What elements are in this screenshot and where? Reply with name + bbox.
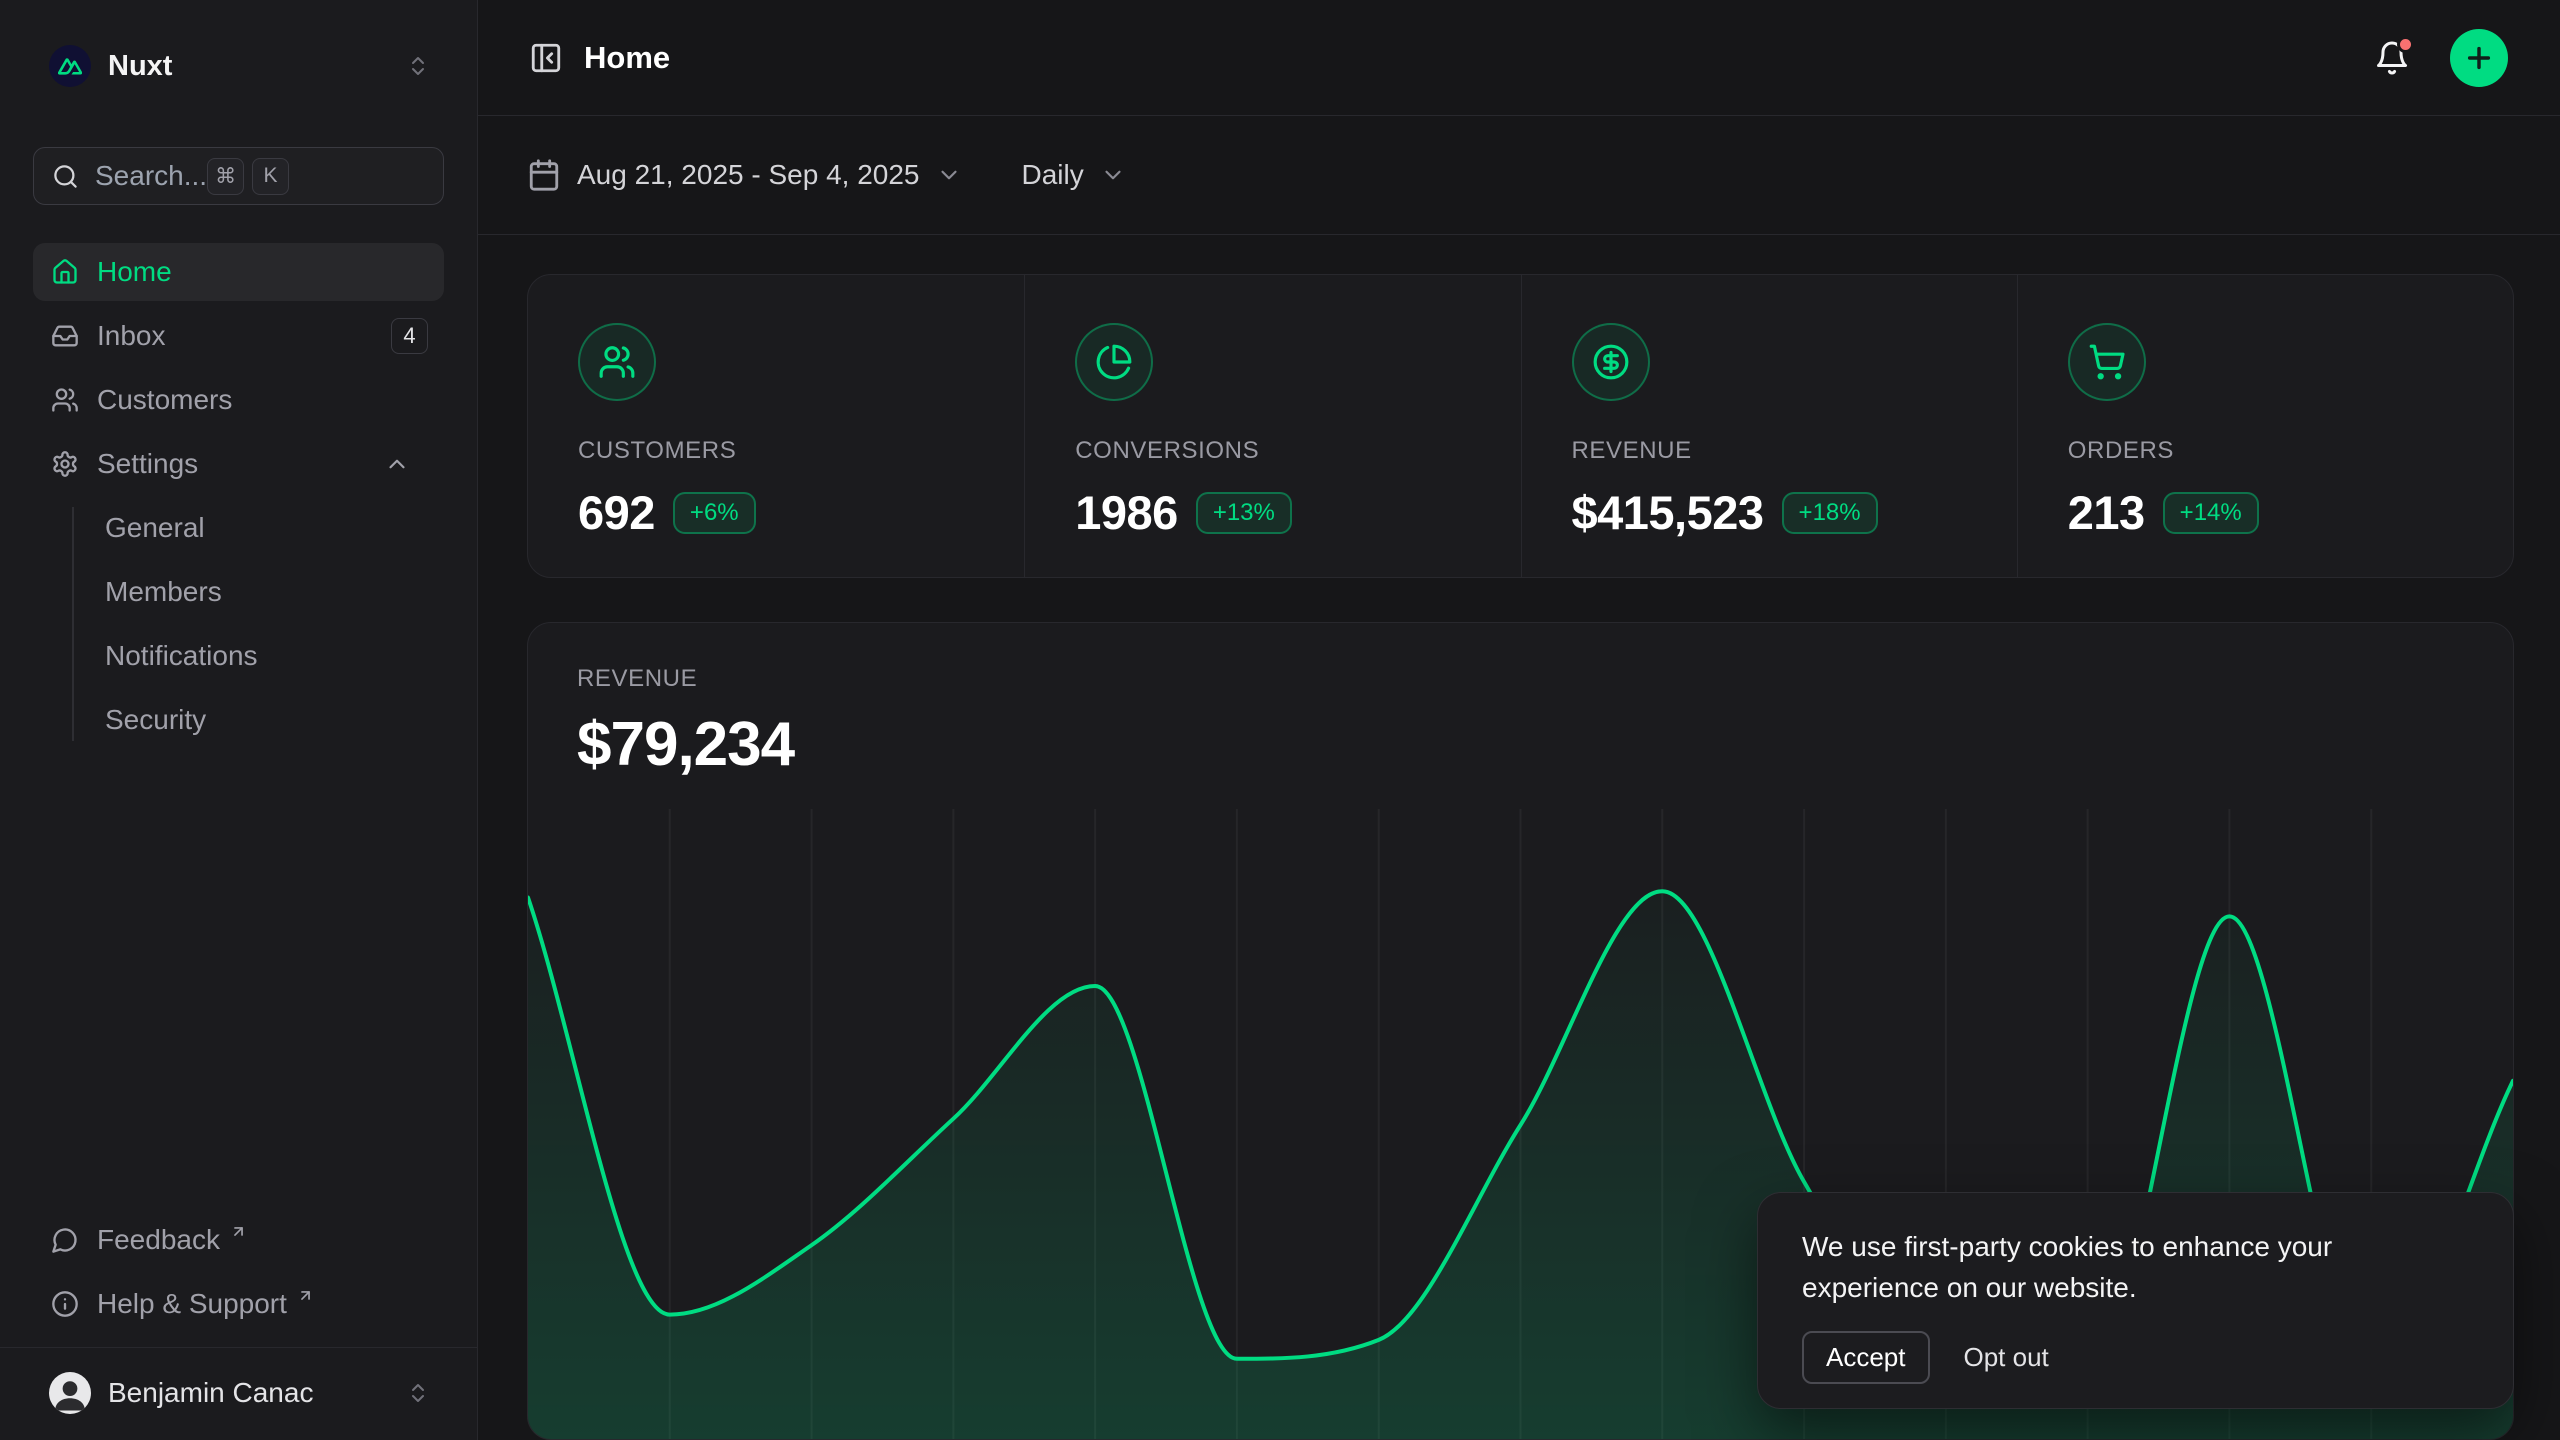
external-link-icon (297, 1287, 314, 1304)
stat-delta-badge: +6% (673, 492, 756, 534)
sidebar-item-inbox[interactable]: Inbox 4 (33, 307, 444, 365)
stat-delta-badge: +18% (1782, 492, 1878, 534)
granularity-select[interactable]: Daily (1022, 159, 1126, 191)
stat-conversions[interactable]: CONVERSIONS 1986 +13% (1024, 275, 1520, 578)
chevron-down-icon (1100, 162, 1126, 188)
stat-label: CUSTOMERS (578, 437, 974, 465)
users-icon (51, 386, 79, 414)
stat-label: ORDERS (2068, 437, 2463, 465)
help-support-link[interactable]: Help & Support (33, 1275, 444, 1333)
stats-card: CUSTOMERS 692 +6% CONVERSIONS 1986 +13% (527, 274, 2514, 578)
plus-icon (2463, 42, 2495, 74)
sub-item-label: Notifications (105, 640, 258, 672)
stat-value: $415,523 (1572, 485, 1764, 540)
gear-icon (51, 450, 79, 478)
revenue-value: $79,234 (577, 709, 2513, 780)
kbd-cmd: ⌘ (207, 158, 244, 195)
dollar-circle-icon (1592, 343, 1630, 381)
sidebar-item-general[interactable]: General (33, 499, 444, 557)
sidebar-item-customers[interactable]: Customers (33, 371, 444, 429)
toolbar: Aug 21, 2025 - Sep 4, 2025 Daily (478, 116, 2560, 235)
user-name: Benjamin Canac (108, 1377, 313, 1409)
sidebar-item-security[interactable]: Security (33, 691, 444, 749)
workspace-switcher-button[interactable]: Nuxt (33, 38, 444, 94)
inbox-count-badge: 4 (391, 318, 428, 354)
settings-submenu: General Members Notifications Security (33, 499, 444, 749)
chevrons-up-down-icon (406, 54, 430, 78)
revenue-chart-header: REVENUE $79,234 (528, 623, 2513, 809)
date-range-picker[interactable]: Aug 21, 2025 - Sep 4, 2025 (527, 158, 962, 192)
stat-value: 213 (2068, 485, 2145, 540)
search-icon (52, 163, 79, 190)
cookie-actions: Accept Opt out (1802, 1331, 2469, 1384)
sidebar-collapse-button[interactable] (522, 34, 570, 82)
feedback-link[interactable]: Feedback (33, 1211, 444, 1269)
chevron-up-icon (384, 451, 410, 477)
house-icon (51, 258, 79, 286)
page-title: Home (584, 40, 670, 76)
stat-revenue[interactable]: REVENUE $415,523 +18% (1521, 275, 2017, 578)
feedback-label: Feedback (97, 1224, 220, 1256)
divider (0, 1347, 477, 1348)
sub-item-label: Security (105, 704, 206, 736)
sub-item-label: General (105, 512, 205, 544)
stat-icon-circle (2068, 323, 2146, 401)
sidebar-item-label: Settings (97, 448, 198, 480)
search-input[interactable]: Search... ⌘ K (33, 147, 444, 205)
sidebar-item-home[interactable]: Home (33, 243, 444, 301)
header-actions (2368, 29, 2508, 87)
stat-customers[interactable]: CUSTOMERS 692 +6% (528, 275, 1024, 578)
accept-button[interactable]: Accept (1802, 1331, 1930, 1384)
cookie-banner: We use first-party cookies to enhance yo… (1757, 1192, 2514, 1409)
external-link-icon (230, 1223, 247, 1240)
opt-out-button[interactable]: Opt out (1964, 1342, 2049, 1373)
date-range-label: Aug 21, 2025 - Sep 4, 2025 (577, 159, 920, 191)
sidebar-item-settings[interactable]: Settings (33, 435, 444, 493)
pie-chart-icon (1095, 343, 1133, 381)
notifications-button[interactable] (2368, 34, 2416, 82)
stat-orders[interactable]: ORDERS 213 +14% (2017, 275, 2513, 578)
top-header: Home (478, 0, 2560, 116)
stat-icon-circle (1572, 323, 1650, 401)
sidebar-item-label: Inbox (97, 320, 166, 352)
stat-value: 1986 (1075, 485, 1178, 540)
avatar (49, 1372, 91, 1414)
help-support-label: Help & Support (97, 1288, 287, 1320)
sidebar-item-label: Home (97, 256, 172, 288)
sidebar-item-members[interactable]: Members (33, 563, 444, 621)
shopping-cart-icon (2088, 343, 2126, 381)
unread-notification-dot (2397, 36, 2414, 53)
sidebar: Nuxt Search... ⌘ K Home Inbox 4 Customer… (0, 0, 478, 1440)
new-item-button[interactable] (2450, 29, 2508, 87)
stat-icon-circle (1075, 323, 1153, 401)
stat-delta-badge: +14% (2163, 492, 2259, 534)
stat-value: 692 (578, 485, 655, 540)
users-icon (598, 343, 636, 381)
chat-bubble-icon (51, 1226, 79, 1254)
panel-left-close-icon (529, 41, 563, 75)
sub-item-label: Members (105, 576, 222, 608)
nuxt-logo-icon (49, 45, 91, 87)
sidebar-item-label: Customers (97, 384, 232, 416)
sidebar-item-notifications[interactable]: Notifications (33, 627, 444, 685)
stat-label: REVENUE (1572, 437, 1967, 465)
user-menu-button[interactable]: Benjamin Canac (33, 1356, 444, 1430)
stat-icon-circle (578, 323, 656, 401)
stat-delta-badge: +13% (1196, 492, 1292, 534)
sidebar-footer: Feedback Help & Support Benjamin Canac (0, 1211, 477, 1440)
chevron-down-icon (936, 162, 962, 188)
stat-label: CONVERSIONS (1075, 437, 1470, 465)
workspace-name: Nuxt (108, 50, 172, 83)
calendar-icon (527, 158, 561, 192)
kbd-k: K (252, 158, 289, 195)
granularity-label: Daily (1022, 159, 1084, 191)
revenue-label: REVENUE (577, 665, 2513, 693)
cookie-message: We use first-party cookies to enhance yo… (1802, 1227, 2469, 1309)
info-icon (51, 1290, 79, 1318)
search-placeholder: Search... (95, 160, 207, 192)
sidebar-nav: Home Inbox 4 Customers Settings General … (33, 243, 444, 749)
inbox-icon (51, 322, 79, 350)
chevrons-up-down-icon (406, 1381, 430, 1405)
